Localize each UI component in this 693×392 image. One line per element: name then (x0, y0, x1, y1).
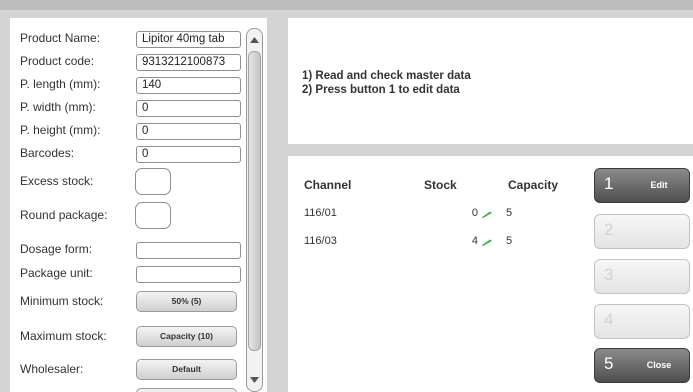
function-button-2[interactable]: 2 (594, 214, 690, 249)
button-5-label: Close (646, 360, 672, 370)
product-details-panel: Product Name: Lipitor 40mg tab Product c… (10, 18, 267, 392)
length-label: P. length (mm): (20, 77, 101, 91)
row-capacity: 5 (506, 207, 513, 219)
button-1-label: Edit (650, 180, 668, 190)
barcodes-label: Barcodes: (20, 146, 75, 160)
button-4-number: 4 (604, 310, 614, 329)
package-unit-label: Package unit: (20, 266, 93, 280)
height-field[interactable]: 0 (136, 123, 241, 140)
row-capacity: 5 (506, 235, 513, 247)
button-5-number: 5 (604, 354, 614, 373)
stock-table-panel: Channel Stock Capacity 116/01 0 5 116/03… (288, 156, 693, 392)
product-code-field[interactable]: 9313212100873 (136, 54, 241, 71)
length-field[interactable]: 140 (136, 77, 241, 94)
top-border (0, 0, 693, 10)
round-package-checkbox[interactable] (135, 202, 171, 229)
pencil-icon (482, 211, 492, 218)
chevron-up-icon[interactable] (249, 35, 260, 45)
product-name-field[interactable]: Lipitor 40mg tab (136, 31, 241, 48)
barcodes-field[interactable]: 0 (136, 146, 241, 163)
form-scrollbar[interactable] (246, 28, 263, 392)
button-2-number: 2 (604, 220, 614, 239)
product-code-label: Product code: (20, 54, 95, 68)
header-stock: Stock (424, 178, 457, 192)
row-channel: 116/01 (304, 207, 337, 219)
instruction-line-2: 2) Press button 1 to edit data (302, 84, 460, 96)
maximum-stock-label: Maximum stock: (20, 329, 107, 343)
wholesaler-label: Wholesaler: (20, 362, 84, 376)
minimum-stock-label: Minimum stock: (20, 294, 104, 308)
excess-stock-checkbox[interactable] (135, 168, 171, 195)
dosage-form-label: Dosage form: (20, 242, 93, 256)
round-package-label: Round package: (20, 208, 108, 222)
row-channel: 116/03 (304, 235, 337, 247)
close-button[interactable]: 5 Close (594, 348, 690, 383)
row-stock: 4 (471, 235, 478, 247)
row-stock: 0 (471, 207, 478, 219)
scrollbar-thumb[interactable] (248, 51, 261, 351)
wholesaler-button[interactable]: Default (136, 359, 237, 380)
minimum-stock-button[interactable]: 50% (5) (136, 291, 237, 312)
instruction-line-1: 1) Read and check master data (302, 70, 471, 82)
product-name-label: Product Name: (20, 31, 101, 45)
dosage-form-field[interactable] (136, 242, 241, 259)
width-field[interactable]: 0 (136, 100, 241, 117)
header-channel: Channel (304, 178, 352, 192)
package-unit-field[interactable] (136, 266, 241, 283)
instructions-panel: 1) Read and check master data 2) Press b… (288, 18, 693, 144)
excess-stock-label: Excess stock: (20, 174, 94, 188)
button-3-number: 3 (604, 265, 614, 284)
function-button-3[interactable]: 3 (594, 259, 690, 294)
header-capacity: Capacity (508, 178, 559, 192)
pencil-icon (482, 239, 492, 246)
width-label: P. width (mm): (20, 100, 96, 114)
button-1-number: 1 (604, 174, 614, 193)
maximum-stock-button[interactable]: Capacity (10) (136, 326, 237, 347)
next-field-button[interactable] (136, 388, 237, 392)
function-button-4[interactable]: 4 (594, 304, 690, 339)
height-label: P. height (mm): (20, 123, 101, 137)
chevron-down-icon[interactable] (249, 375, 260, 385)
edit-button[interactable]: 1 Edit (594, 168, 690, 203)
